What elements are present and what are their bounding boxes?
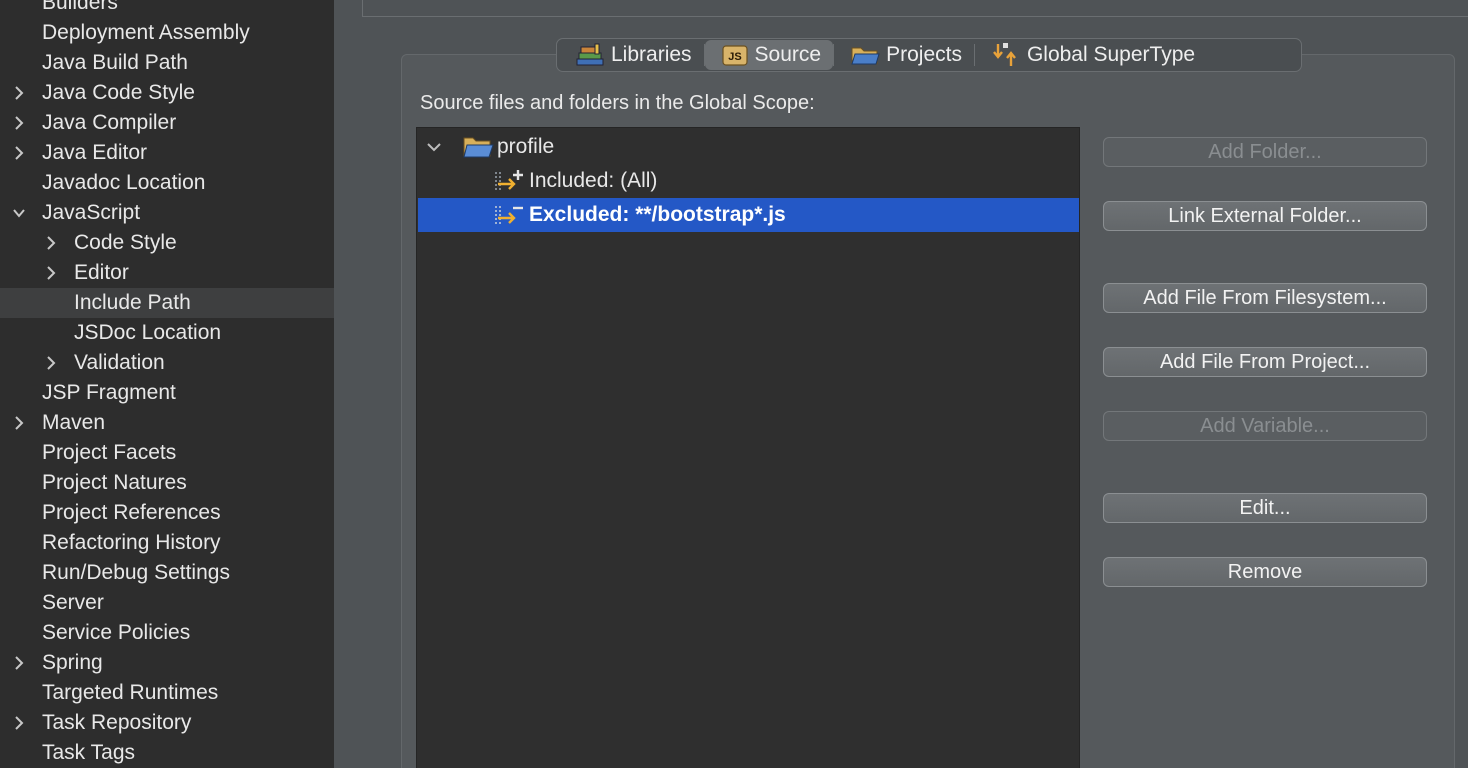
sidebar-item[interactable]: JSDoc Location: [0, 318, 334, 348]
sidebar-item[interactable]: Server: [0, 588, 334, 618]
tab-libraries[interactable]: Libraries: [559, 40, 704, 70]
tree-node-excluded[interactable]: Excluded: **/bootstrap*.js: [418, 198, 1079, 232]
sidebar-item[interactable]: Project Natures: [0, 468, 334, 498]
tree-node-label: profile: [497, 135, 555, 158]
add-file-from-project-button[interactable]: Add File From Project...: [1103, 347, 1427, 377]
chevron-right-icon[interactable]: [10, 648, 28, 678]
edit-button[interactable]: Edit...: [1103, 493, 1427, 523]
chevron-right-icon[interactable]: [10, 138, 28, 168]
sidebar-item[interactable]: Project Facets: [0, 438, 334, 468]
inclusion-filter-icon: [495, 170, 523, 192]
sidebar-item-label: Javadoc Location: [42, 171, 206, 194]
sidebar-item[interactable]: Builders: [0, 0, 334, 18]
sidebar-item[interactable]: Javadoc Location: [0, 168, 334, 198]
sidebar-item-label: Java Compiler: [42, 111, 177, 134]
sidebar-item-label: Include Path: [74, 291, 191, 314]
top-separator: [362, 0, 1468, 17]
sidebar-item[interactable]: Service Policies: [0, 618, 334, 648]
sidebar-item[interactable]: Include Path: [0, 288, 334, 318]
add-file-from-filesystem-button[interactable]: Add File From Filesystem...: [1103, 283, 1427, 313]
chevron-down-icon[interactable]: [426, 140, 442, 154]
sidebar-item[interactable]: Java Build Path: [0, 48, 334, 78]
exclusion-filter-icon: [495, 206, 523, 226]
sidebar-item-label: Maven: [42, 411, 106, 434]
sidebar-item[interactable]: Deployment Assembly: [0, 18, 334, 48]
sidebar-item-label: Targeted Runtimes: [42, 681, 219, 704]
sidebar-item[interactable]: Spring: [0, 648, 334, 678]
sidebar-item[interactable]: Maven: [0, 408, 334, 438]
sidebar-item-label: Task Tags: [42, 741, 135, 764]
sidebar-item[interactable]: Refactoring History: [0, 528, 334, 558]
tab-global-supertype[interactable]: Global SuperType: [975, 40, 1207, 70]
sidebar-item-label: JavaScript: [42, 201, 141, 224]
nav-tree-list: Builders Deployment Assembly Java Build Pa…: [0, 0, 334, 768]
sidebar-item-label: Deployment Assembly: [42, 21, 250, 44]
tab-projects-label: Projects: [886, 43, 962, 66]
tree-node-label: Excluded: **/bootstrap*.js: [529, 203, 786, 226]
add-folder-button[interactable]: Add Folder...: [1103, 137, 1427, 167]
sidebar-item-label: Spring: [42, 651, 103, 674]
sidebar-item[interactable]: Run/Debug Settings: [0, 558, 334, 588]
source-tree[interactable]: profile Included: (All) Excluded: **/boo…: [416, 127, 1080, 768]
sidebar-item[interactable]: Java Code Style: [0, 78, 334, 108]
sidebar-item[interactable]: Java Editor: [0, 138, 334, 168]
sidebar-item-label: Project Natures: [42, 471, 187, 494]
chevron-right-icon[interactable]: [42, 228, 60, 258]
link-external-folder-button[interactable]: Link External Folder...: [1103, 201, 1427, 231]
source-scope-label: Source files and folders in the Global S…: [420, 92, 815, 114]
chevron-down-icon[interactable]: [10, 198, 28, 228]
chevron-right-icon[interactable]: [10, 408, 28, 438]
properties-dialog: Builders Deployment Assembly Java Build Pa…: [0, 0, 1468, 768]
supertype-icon: [993, 43, 1016, 66]
open-folder-icon: [463, 137, 494, 158]
sidebar-item-label: Run/Debug Settings: [42, 561, 230, 584]
chevron-right-icon[interactable]: [42, 258, 60, 288]
sidebar-item[interactable]: Task Tags: [0, 738, 334, 768]
sidebar-item-label: Server: [42, 591, 104, 614]
sidebar-item[interactable]: Java Compiler: [0, 108, 334, 138]
sidebar-item-label: JSP Fragment: [42, 381, 176, 404]
sidebar-item-label: Java Editor: [42, 141, 148, 164]
sidebar-item[interactable]: JavaScript: [0, 198, 334, 228]
tree-node-included[interactable]: Included: (All): [418, 164, 1079, 198]
sidebar-item-label: Project Facets: [42, 441, 177, 464]
js-source-icon: JS: [721, 45, 748, 66]
tab-projects[interactable]: Projects: [834, 40, 974, 70]
svg-text:JS: JS: [728, 51, 741, 63]
sidebar-item[interactable]: Project References: [0, 498, 334, 528]
chevron-right-icon[interactable]: [10, 108, 28, 138]
sidebar-item[interactable]: JSP Fragment: [0, 378, 334, 408]
sidebar-item-label: Editor: [74, 261, 129, 284]
sidebar-item[interactable]: Targeted Runtimes: [0, 678, 334, 708]
sidebar-item[interactable]: Validation: [0, 348, 334, 378]
remove-button[interactable]: Remove: [1103, 557, 1427, 587]
sidebar-item-label: Java Code Style: [42, 81, 195, 104]
sidebar-item[interactable]: Code Style: [0, 228, 334, 258]
sidebar-item-label: Validation: [74, 351, 165, 374]
tab-libraries-label: Libraries: [611, 43, 692, 66]
include-path-tabbar: Libraries JS Source Projects Global Supe…: [556, 38, 1302, 72]
sidebar-item[interactable]: Editor: [0, 258, 334, 288]
sidebar-item-label: Builders: [42, 0, 118, 14]
tree-node-profile[interactable]: profile: [418, 130, 1079, 164]
chevron-right-icon[interactable]: [10, 708, 28, 738]
chevron-right-icon[interactable]: [10, 78, 28, 108]
sidebar-item-label: Project References: [42, 501, 221, 524]
sidebar-item-label: Service Policies: [42, 621, 191, 644]
tree-node-label: Included: (All): [529, 169, 658, 192]
tab-source-label: Source: [754, 43, 822, 66]
add-variable-button[interactable]: Add Variable...: [1103, 411, 1427, 441]
sidebar-item-label: Task Repository: [42, 711, 192, 734]
sidebar-item-label: JSDoc Location: [74, 321, 222, 344]
tab-global-supertype-label: Global SuperType: [1026, 43, 1196, 66]
sidebar-item-label: Java Build Path: [42, 51, 188, 74]
projects-folder-icon: [851, 47, 880, 65]
properties-nav-tree[interactable]: Builders Deployment Assembly Java Build Pa…: [0, 0, 334, 768]
sidebar-item-label: Code Style: [74, 231, 177, 254]
sidebar-item-label: Refactoring History: [42, 531, 221, 554]
libraries-icon: [576, 43, 604, 66]
chevron-right-icon[interactable]: [42, 348, 60, 378]
sidebar-item[interactable]: Task Repository: [0, 708, 334, 738]
tab-source[interactable]: JS Source: [704, 40, 834, 70]
